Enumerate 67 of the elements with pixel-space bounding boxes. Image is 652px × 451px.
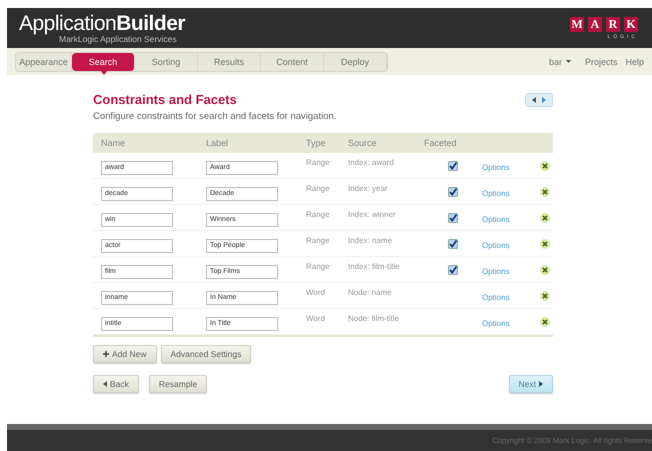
nav-tab[interactable]: Search bbox=[72, 52, 135, 70]
checked-checkbox[interactable] bbox=[448, 264, 458, 274]
checked-checkbox[interactable] bbox=[448, 238, 458, 248]
nav-tab[interactable]: Results bbox=[198, 52, 261, 70]
column-header: Type bbox=[306, 138, 327, 148]
logo-letter: R bbox=[606, 16, 620, 32]
delete-icon[interactable] bbox=[540, 290, 550, 300]
page-title: Constraints and Facets bbox=[93, 92, 237, 107]
delete-icon[interactable] bbox=[540, 160, 550, 170]
left-arrow-icon bbox=[532, 96, 536, 102]
table-cell-text: Range bbox=[306, 184, 331, 193]
right-arrow-icon bbox=[542, 96, 546, 102]
advanced-settings-button[interactable]: Advanced Settings bbox=[160, 345, 252, 363]
caret-icon bbox=[566, 60, 571, 63]
options-link[interactable]: Options bbox=[482, 240, 510, 250]
table-cell-text: Node: name bbox=[348, 288, 393, 297]
checked-checkbox[interactable] bbox=[448, 160, 458, 170]
app-title: ApplicationBuilder bbox=[19, 12, 186, 34]
resample-button[interactable]: Resample bbox=[148, 375, 208, 393]
delete-icon[interactable] bbox=[540, 186, 550, 196]
table-cell-text: Range bbox=[306, 236, 331, 245]
back-button[interactable]: Back bbox=[93, 375, 139, 393]
nav-tab[interactable]: Sorting bbox=[135, 52, 198, 70]
table-cell-text: Index: award bbox=[348, 158, 395, 167]
table-cell-text: Word bbox=[306, 288, 326, 297]
page-description: Configure constraints for search and facets for navigation. bbox=[93, 111, 338, 122]
column-header: Name bbox=[101, 138, 126, 148]
table-cell-text: Range bbox=[306, 210, 331, 219]
pointer-icon bbox=[100, 70, 108, 74]
options-link[interactable]: Options bbox=[482, 318, 510, 328]
right-arrow-icon bbox=[539, 381, 543, 387]
table-cell-text: Index: year bbox=[348, 184, 389, 193]
pager-button[interactable] bbox=[525, 92, 553, 106]
checked-checkbox[interactable] bbox=[448, 212, 458, 222]
next-button[interactable]: Next bbox=[508, 375, 553, 393]
column-header: Label bbox=[206, 138, 230, 148]
nav-tab[interactable]: Content bbox=[261, 52, 324, 70]
options-link[interactable]: Options bbox=[482, 214, 510, 224]
plus-icon bbox=[103, 351, 109, 357]
table-cell-text: Node: film-title bbox=[348, 314, 400, 323]
delete-icon[interactable] bbox=[540, 316, 550, 326]
table-cell-text: Word bbox=[306, 314, 326, 323]
options-link[interactable]: Options bbox=[482, 188, 510, 198]
delete-icon[interactable] bbox=[540, 212, 550, 222]
logo-letter: K bbox=[624, 16, 638, 32]
options-link[interactable]: Options bbox=[482, 162, 510, 172]
add-new-button[interactable]: Add New bbox=[93, 345, 156, 363]
table-cell-text: Range bbox=[306, 262, 331, 271]
table-cell-text: Index: winner bbox=[348, 210, 397, 219]
options-link[interactable]: Options bbox=[482, 292, 510, 302]
delete-icon[interactable] bbox=[540, 238, 550, 248]
user-menu[interactable]: bar bbox=[548, 56, 571, 66]
nav-link[interactable]: Help bbox=[625, 56, 644, 66]
table-cell-text: Index: film-title bbox=[348, 262, 401, 271]
app-subtitle: MarkLogic Application Services bbox=[59, 34, 178, 44]
options-link[interactable]: Options bbox=[482, 266, 510, 276]
table-cell-text: Range bbox=[306, 158, 331, 167]
delete-icon[interactable] bbox=[540, 264, 550, 274]
column-header: Faceted bbox=[424, 138, 458, 148]
logo-letter: M bbox=[570, 16, 584, 32]
left-arrow-icon bbox=[103, 381, 107, 387]
checked-checkbox[interactable] bbox=[448, 186, 458, 196]
nav-tab[interactable]: Deploy bbox=[324, 52, 387, 70]
logo-letter: A bbox=[588, 16, 602, 32]
table-cell-text: Index: name bbox=[348, 236, 394, 245]
nav-link[interactable]: Projects bbox=[584, 56, 618, 66]
column-header: Source bbox=[348, 138, 378, 148]
